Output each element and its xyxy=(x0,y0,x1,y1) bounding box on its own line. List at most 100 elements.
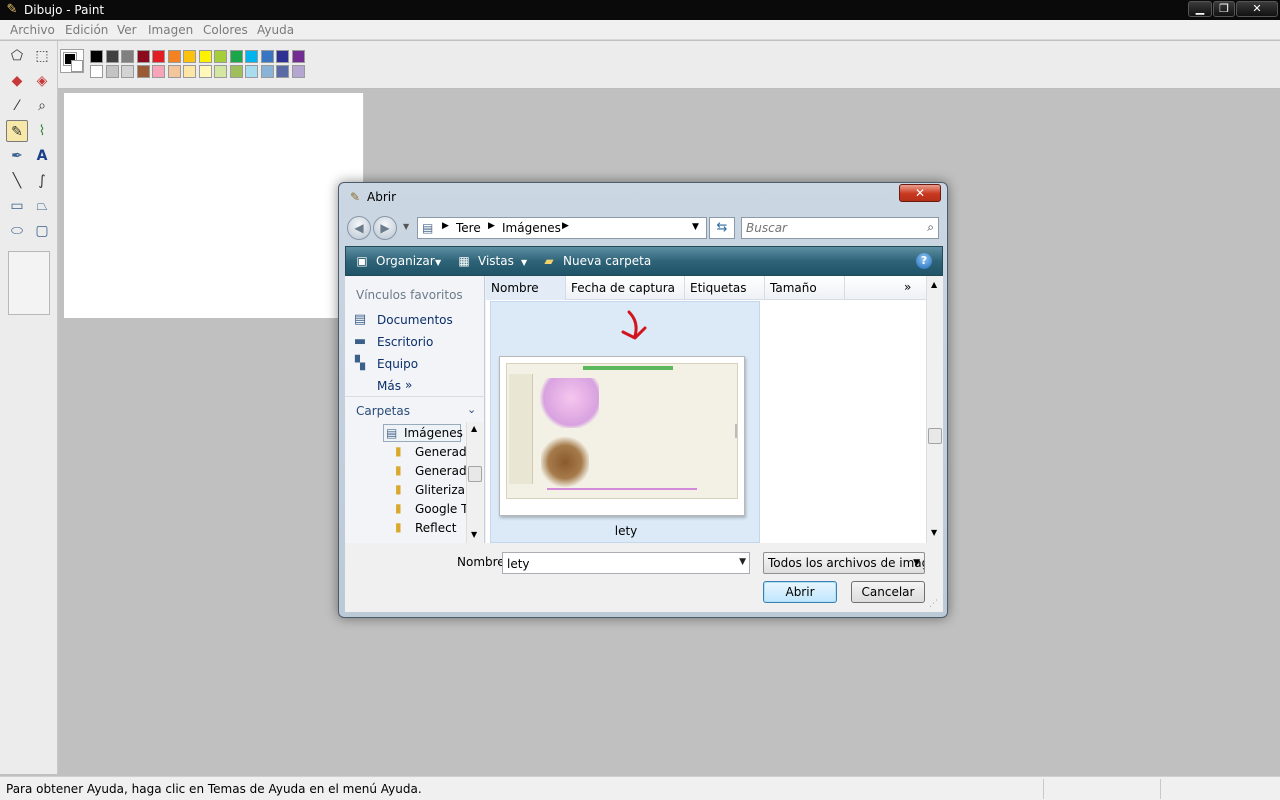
menu-edicion[interactable]: Edición xyxy=(65,23,108,37)
background-color[interactable] xyxy=(71,60,83,72)
views-icon[interactable]: ▦ xyxy=(456,253,472,269)
color-swatch[interactable] xyxy=(167,65,181,78)
menu-archivo[interactable]: Archivo xyxy=(10,23,55,37)
color-swatch[interactable] xyxy=(245,50,258,63)
color-swatch[interactable] xyxy=(136,65,150,78)
resize-grip-icon[interactable]: ⋰ xyxy=(929,599,938,609)
restore-button[interactable]: ❐ xyxy=(1213,1,1235,17)
rect-select-icon[interactable]: ⬚ xyxy=(31,45,53,67)
current-colors[interactable] xyxy=(60,49,84,73)
color-swatch[interactable] xyxy=(276,50,289,63)
scroll-up-icon[interactable]: ▲ xyxy=(931,280,937,289)
search-input[interactable] xyxy=(746,220,916,236)
open-button[interactable]: Abrir xyxy=(763,581,837,603)
breadcrumb-imagenes[interactable]: Imágenes xyxy=(502,221,561,235)
tree-item-google[interactable]: Google T xyxy=(415,502,467,516)
file-scroll-thumb[interactable] xyxy=(928,428,942,444)
breadcrumb-arrow-icon[interactable]: ▶ xyxy=(442,221,449,231)
polygon-icon[interactable]: ⏢ xyxy=(31,195,53,217)
color-swatch[interactable] xyxy=(276,65,289,78)
search-icon[interactable]: ⌕ xyxy=(927,220,934,235)
magnifier-icon[interactable]: ⌕ xyxy=(31,95,53,117)
name-dropdown-icon[interactable]: ▼ xyxy=(739,557,746,567)
tool-options[interactable] xyxy=(8,251,50,315)
file-type-dropdown-icon[interactable]: ▼ xyxy=(913,553,920,573)
file-name-field[interactable]: ▼ xyxy=(502,552,750,574)
rectangle-icon[interactable]: ▭ xyxy=(6,195,28,217)
color-picker-icon[interactable]: ⁄ xyxy=(6,95,28,117)
free-select-icon[interactable]: ⬠ xyxy=(6,45,28,67)
views-dropdown-icon[interactable]: ▼ xyxy=(521,256,527,270)
file-item[interactable]: lety xyxy=(490,301,760,543)
organize-button[interactable]: Organizar xyxy=(376,254,435,268)
color-swatch[interactable] xyxy=(90,65,103,78)
cancel-button[interactable]: Cancelar xyxy=(851,581,925,603)
line-icon[interactable]: ╲ xyxy=(6,170,28,192)
airbrush-icon[interactable]: ✒ xyxy=(6,145,28,167)
brush-icon[interactable]: ⌇ xyxy=(31,120,53,142)
paint-app-icon[interactable]: ✎ xyxy=(4,2,20,18)
history-dropdown-icon[interactable]: ▼ xyxy=(403,222,409,231)
search-box[interactable]: ⌕ xyxy=(741,217,939,239)
column-nombre[interactable]: Nombre xyxy=(486,276,566,300)
color-swatch[interactable] xyxy=(229,65,243,78)
color-swatch[interactable] xyxy=(214,65,227,78)
color-swatch[interactable] xyxy=(260,65,274,78)
tree-item-imagenes[interactable]: Imágenes xyxy=(404,426,464,440)
close-button[interactable]: ✕ xyxy=(1236,1,1278,17)
column-tamano[interactable]: Tamaño xyxy=(765,276,845,300)
breadcrumb-arrow-icon[interactable]: ▶ xyxy=(488,221,495,231)
scroll-down-icon[interactable]: ▼ xyxy=(471,530,477,539)
tree-scrollbar[interactable]: ▲ ▼ xyxy=(466,422,483,543)
color-swatch[interactable] xyxy=(198,50,212,63)
favorite-escritorio[interactable]: Escritorio xyxy=(377,335,433,349)
color-swatch[interactable] xyxy=(291,65,305,78)
menu-imagen[interactable]: Imagen xyxy=(148,23,193,37)
new-folder-button[interactable]: Nueva carpeta xyxy=(563,254,651,268)
address-dropdown-icon[interactable]: ▼ xyxy=(692,222,699,232)
color-swatch[interactable] xyxy=(105,50,119,63)
file-name-input[interactable] xyxy=(507,556,725,572)
color-swatch[interactable] xyxy=(183,50,196,63)
column-fecha[interactable]: Fecha de captura xyxy=(566,276,685,300)
refresh-icon[interactable]: ⇆ xyxy=(709,217,735,239)
organize-icon[interactable]: ▣ xyxy=(354,253,370,269)
pencil-icon[interactable]: ✎ xyxy=(6,120,28,142)
tree-item-gliterizar[interactable]: Gliterizar xyxy=(415,483,467,497)
file-type-select[interactable]: Todos los archivos de imager ▼ xyxy=(763,552,925,574)
help-icon[interactable]: ? xyxy=(916,253,932,269)
new-folder-icon[interactable]: ▰ xyxy=(541,253,557,269)
color-swatch[interactable] xyxy=(260,50,274,63)
color-swatch[interactable] xyxy=(121,65,134,78)
organize-dropdown-icon[interactable]: ▼ xyxy=(435,256,441,270)
menu-colores[interactable]: Colores xyxy=(203,23,248,37)
more-link[interactable]: Más xyxy=(377,379,401,393)
color-swatch[interactable] xyxy=(183,65,196,78)
fill-bucket-icon[interactable]: ◈ xyxy=(31,70,53,92)
tree-item-generado-2[interactable]: Generado xyxy=(415,464,467,478)
color-swatch[interactable] xyxy=(245,65,258,78)
color-swatch[interactable] xyxy=(214,50,227,63)
favorite-documentos[interactable]: Documentos xyxy=(377,313,453,327)
tree-item-reflect[interactable]: Reflect xyxy=(415,521,467,535)
color-swatch[interactable] xyxy=(105,65,119,78)
column-etiquetas[interactable]: Etiquetas xyxy=(685,276,765,300)
color-swatch[interactable] xyxy=(90,50,103,63)
color-swatch[interactable] xyxy=(167,50,181,63)
file-scrollbar[interactable]: ▲ ▼ xyxy=(926,276,943,543)
text-tool-icon[interactable]: A xyxy=(31,145,53,167)
breadcrumb-arrow-icon[interactable]: ▶ xyxy=(562,221,569,231)
color-swatch[interactable] xyxy=(198,65,212,78)
menu-ver[interactable]: Ver xyxy=(117,23,137,37)
color-swatch[interactable] xyxy=(152,50,165,63)
dialog-close-button[interactable]: ✕ xyxy=(899,184,941,202)
more-chevron-icon[interactable]: » xyxy=(405,378,412,392)
more-columns-icon[interactable]: » xyxy=(904,280,911,294)
menu-ayuda[interactable]: Ayuda xyxy=(257,23,294,37)
color-swatch[interactable] xyxy=(229,50,243,63)
address-bar[interactable]: ▤ ▶ Tere ▶ Imágenes ▶ ▼ xyxy=(417,217,707,239)
color-swatch[interactable] xyxy=(291,50,305,63)
forward-button[interactable]: ▶ xyxy=(373,216,397,240)
tree-scroll-thumb[interactable] xyxy=(468,466,482,482)
favorite-equipo[interactable]: Equipo xyxy=(377,357,418,371)
